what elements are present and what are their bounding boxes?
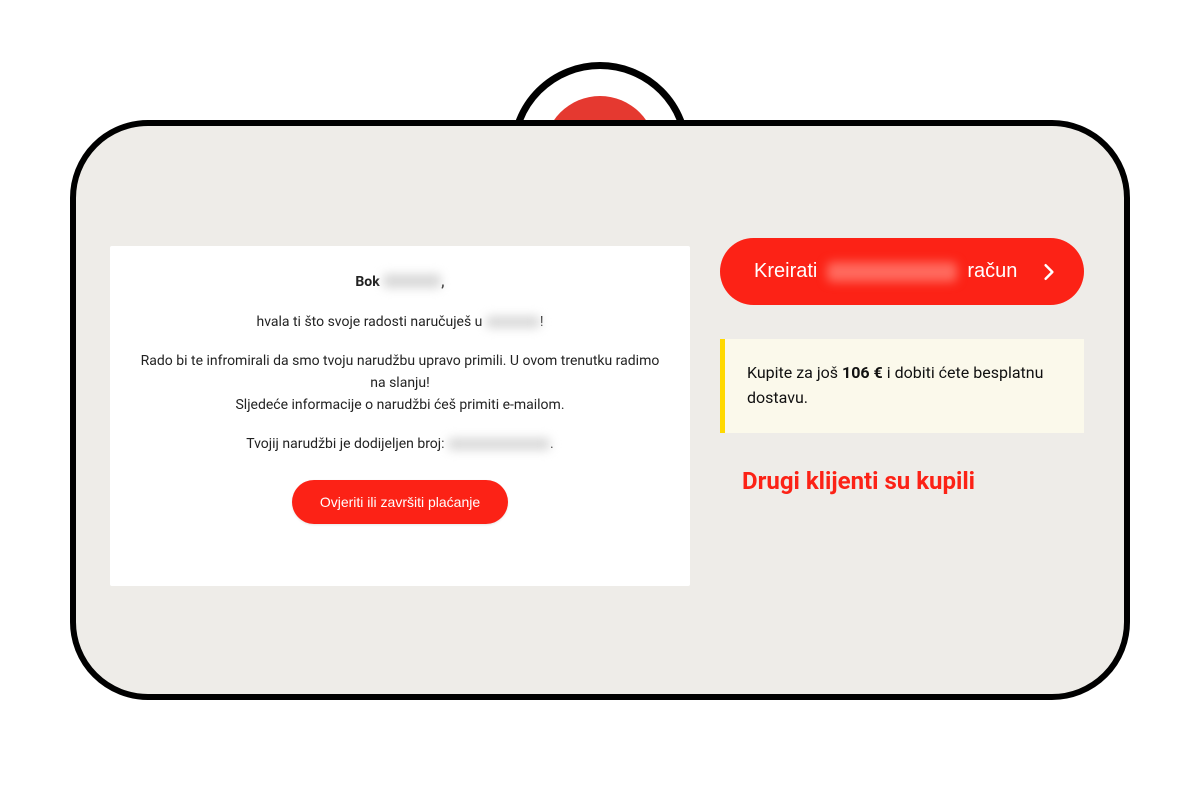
create-account-button[interactable]: Kreirati račun bbox=[720, 238, 1084, 305]
create-suffix: račun bbox=[967, 260, 1017, 283]
redacted-brand bbox=[827, 262, 957, 282]
thanks-pre: hvala ti što svoje radosti naručuješ u bbox=[256, 314, 482, 330]
redacted-shop bbox=[486, 316, 540, 328]
verify-payment-button[interactable]: Ovjeriti ili završiti plaćanje bbox=[292, 480, 508, 524]
redacted-order-number bbox=[448, 438, 550, 450]
order-confirmation-card: Bok , hvala ti što svoje radosti naručuj… bbox=[110, 246, 690, 586]
right-column: Kreirati račun Kupite za još 106 € i dob… bbox=[720, 238, 1090, 654]
order-label: Tvojij narudžbi je dodijeljen broj: bbox=[246, 436, 444, 452]
free-shipping-banner: Kupite za još 106 € i dobiti ćete bespla… bbox=[720, 339, 1084, 433]
main-panel: Bok , hvala ti što svoje radosti naručuj… bbox=[70, 120, 1130, 700]
order-number-line: Tvojij narudžbi je dodijeljen broj: . bbox=[246, 434, 553, 456]
ship-pre: Kupite za još bbox=[747, 363, 842, 382]
info-block: Rado bi te infromirali da smo tvoju naru… bbox=[140, 351, 660, 416]
info-line-2: Sljedeće informacije o narudžbi ćeš prim… bbox=[235, 397, 564, 413]
thanks-line: hvala ti što svoje radosti naručuješ u ! bbox=[256, 312, 543, 334]
thanks-suffix: ! bbox=[540, 314, 544, 330]
create-prefix: Kreirati bbox=[754, 260, 817, 283]
greeting-prefix: Bok bbox=[355, 274, 379, 290]
chevron-right-icon bbox=[1042, 263, 1056, 281]
ship-amount: 106 € bbox=[842, 363, 883, 382]
info-line-1: Rado bi te infromirali da smo tvoju naru… bbox=[141, 353, 660, 391]
create-account-label: Kreirati račun bbox=[754, 260, 1017, 283]
greeting-line: Bok , bbox=[355, 272, 444, 294]
others-bought-heading: Drugi klijenti su kupili bbox=[720, 467, 1084, 495]
redacted-name bbox=[383, 274, 441, 288]
order-suffix: . bbox=[550, 436, 554, 452]
